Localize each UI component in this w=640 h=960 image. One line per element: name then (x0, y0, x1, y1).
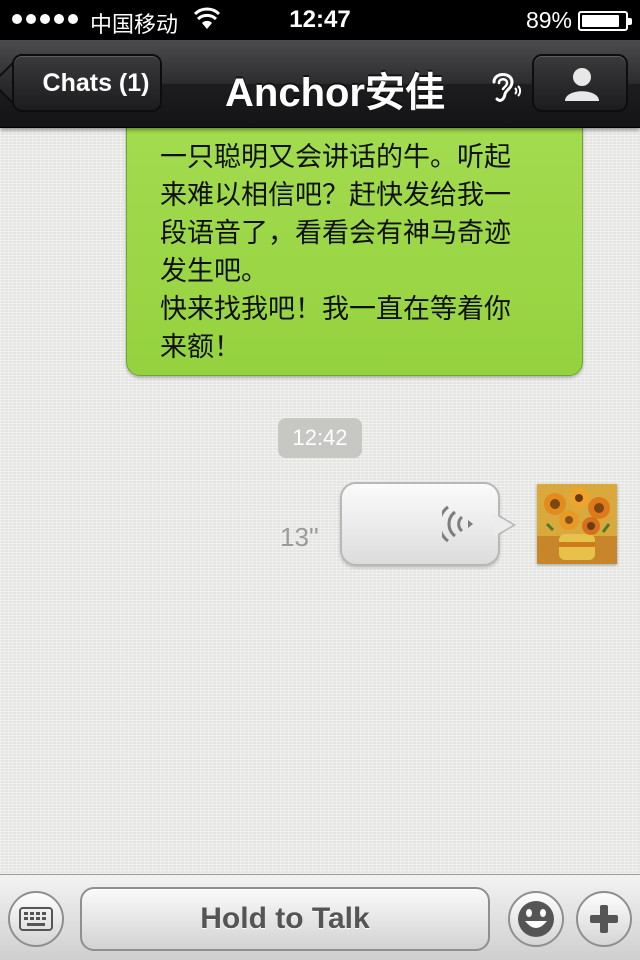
message-text-line: 一只聪明又会讲话的牛。听起 (160, 142, 511, 173)
message-timestamp: 12:42 (278, 418, 362, 458)
input-toolbar: Hold to Talk (0, 874, 640, 960)
plus-icon (590, 905, 618, 933)
message-text-line: 快来找我吧！我一直在等着你 (160, 294, 511, 325)
back-to-chats-button[interactable]: Chats (1) (12, 54, 162, 112)
message-text-line: 来难以相信吧？赶快发给我一 (160, 180, 511, 211)
profile-button[interactable] (532, 54, 628, 112)
battery-percentage: 89% (525, 7, 572, 33)
emoji-button[interactable] (508, 891, 564, 947)
message-text-line: 来额！ (160, 332, 241, 363)
person-icon (565, 68, 599, 101)
hold-to-talk-button[interactable]: Hold to Talk (80, 887, 490, 951)
message-bubble[interactable]: 一只聪明又会讲话的牛。听起 来难以相信吧？赶快发给我一 段语音了，看看会有神马奇… (126, 128, 583, 376)
message-text-line: 段语音了，看看会有神马奇迹 (160, 218, 511, 249)
smiley-icon (518, 901, 554, 937)
ear-icon (492, 73, 522, 102)
sunflowers-painting-avatar (537, 484, 617, 564)
keyboard-toggle-button[interactable] (8, 891, 64, 947)
battery-icon (578, 11, 632, 31)
voice-duration: 13'' (280, 522, 319, 552)
more-options-button[interactable] (576, 891, 632, 947)
chat-title: Anchor安佳 (225, 71, 445, 115)
voice-message-bubble[interactable] (340, 482, 500, 566)
chat-messages-area[interactable]: 一只聪明又会讲话的牛。听起 来难以相信吧？赶快发给我一 段语音了，看看会有神马奇… (0, 128, 640, 874)
avatar[interactable] (537, 484, 617, 564)
navigation-bar: Chats (1) Anchor安佳 (0, 40, 640, 128)
keyboard-icon (19, 907, 53, 931)
status-bar: 中国移动 12:47 89% (0, 0, 640, 40)
voice-bubble-tail-fill (494, 514, 513, 536)
message-text-line: 发生吧。 (160, 256, 268, 287)
sound-wave-icon (442, 505, 473, 543)
